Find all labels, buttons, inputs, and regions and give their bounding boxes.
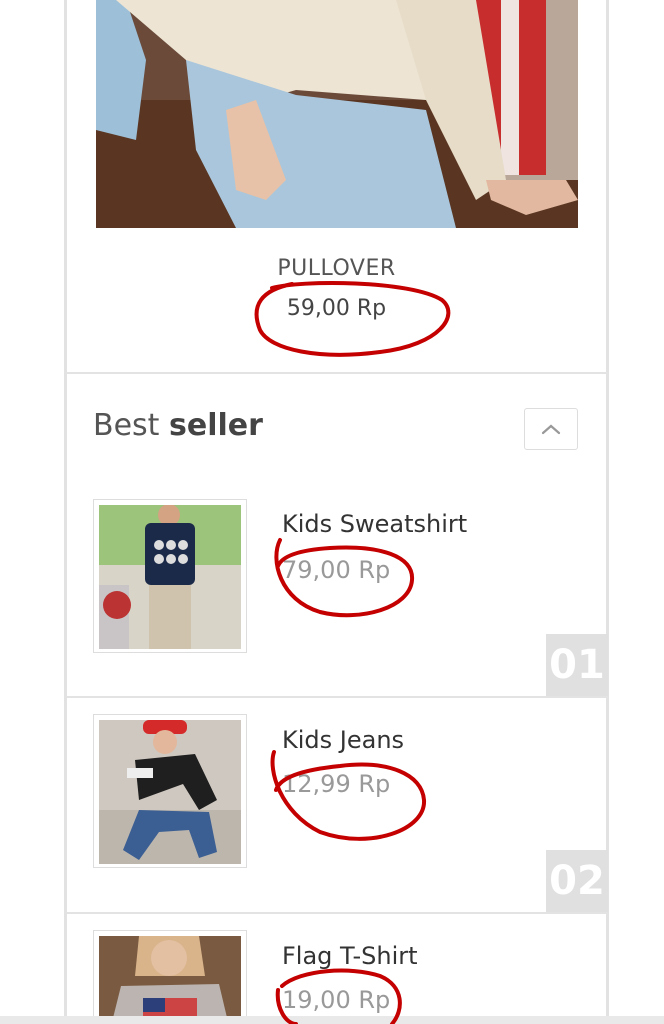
- featured-product-price: 59,00 Rp: [286, 296, 387, 321]
- rank-badge: 01: [546, 634, 608, 696]
- product-name[interactable]: Flag T-Shirt: [282, 942, 418, 970]
- best-seller-title-bold: seller: [168, 408, 263, 443]
- item-divider: [67, 696, 608, 698]
- item-divider: [67, 912, 608, 914]
- page-background-right: [611, 0, 664, 1024]
- featured-product-image[interactable]: [96, 0, 578, 228]
- chevron-up-icon: [541, 424, 561, 435]
- section-divider: [67, 372, 608, 374]
- collapse-button[interactable]: [524, 408, 578, 450]
- product-name[interactable]: Kids Sweatshirt: [282, 510, 467, 538]
- product-price: 19,00 Rp: [282, 986, 391, 1014]
- best-seller-title: Best seller: [93, 408, 263, 443]
- product-thumbnail-kids-jeans[interactable]: [93, 714, 247, 868]
- product-thumbnail-flag-t-shirt[interactable]: [93, 930, 247, 1024]
- product-price: 12,99 Rp: [282, 770, 391, 798]
- product-name[interactable]: Kids Jeans: [282, 726, 404, 754]
- horizontal-scrollbar[interactable]: [0, 1016, 664, 1024]
- featured-product-name[interactable]: PULLOVER: [64, 256, 609, 281]
- page-background-left: [0, 0, 64, 1024]
- product-thumbnail-kids-sweatshirt[interactable]: [93, 499, 247, 653]
- best-seller-title-light: Best: [93, 408, 160, 443]
- rank-badge: 02: [546, 850, 608, 912]
- product-price: 79,00 Rp: [282, 556, 391, 584]
